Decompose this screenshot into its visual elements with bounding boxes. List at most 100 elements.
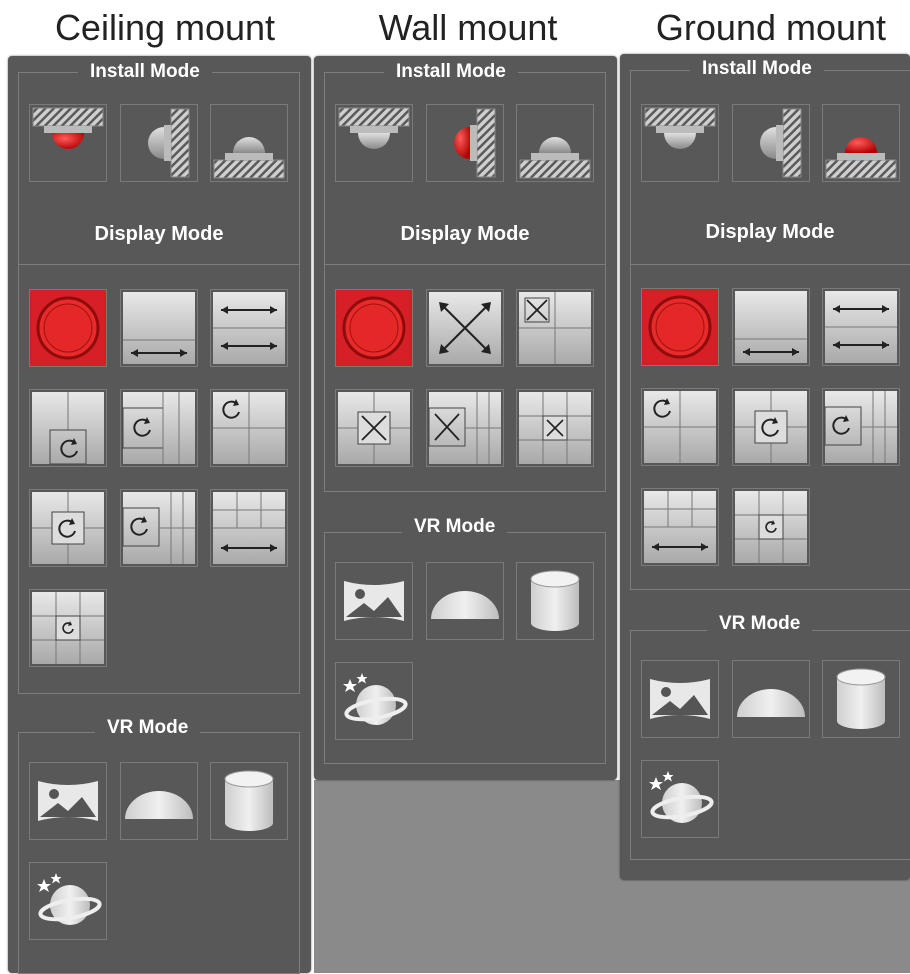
display-expand-button[interactable] <box>426 289 504 367</box>
display-double-panorama-button[interactable] <box>822 288 900 366</box>
display-fisheye-button[interactable] <box>29 289 107 367</box>
vr-panorama-icon <box>344 581 404 621</box>
panorama-plus-6r-icon <box>213 492 285 564</box>
vr-cylinder-button[interactable] <box>516 562 594 640</box>
ceiling-mount-icon <box>338 107 410 149</box>
vr-panorama-button[interactable] <box>641 660 719 738</box>
display-4r-button[interactable] <box>210 389 288 467</box>
install-wall-button[interactable] <box>120 104 198 182</box>
vr-cylinder-button[interactable] <box>822 660 900 738</box>
divider <box>18 264 300 265</box>
display-mode-label: Display Mode <box>400 223 530 245</box>
vr-hemisphere-button[interactable] <box>120 762 198 840</box>
wall-mount-icon <box>760 108 802 178</box>
wall-mount-icon <box>454 108 496 178</box>
display-4r-button[interactable] <box>641 388 719 466</box>
display-panorama-button[interactable] <box>120 289 198 367</box>
vr-panorama-button[interactable] <box>29 762 107 840</box>
vr-hemisphere-icon <box>431 591 499 619</box>
display-1o3r-button[interactable] <box>732 388 810 466</box>
1e-plus-6r-icon <box>428 392 501 464</box>
ceiling-mount-icon <box>644 107 716 149</box>
vr-hemisphere-button[interactable] <box>732 660 810 738</box>
display-fisheye-button[interactable] <box>641 288 719 366</box>
wall-mount-icon <box>148 108 190 178</box>
install-ceiling-button[interactable] <box>641 104 719 182</box>
vr-panorama-button[interactable] <box>335 562 413 640</box>
install-wall-button[interactable] <box>732 104 810 182</box>
display-1e8r-button[interactable] <box>516 389 594 467</box>
display-1o3r-button[interactable] <box>29 489 107 567</box>
vr-cylinder-icon <box>530 570 580 631</box>
install-ground-button[interactable] <box>210 104 288 182</box>
1e-plus-3r-icon <box>519 292 591 364</box>
vr-planet-button[interactable] <box>641 760 719 838</box>
display-1e3r-button[interactable] <box>516 289 594 367</box>
ground-mount-icon <box>825 137 897 179</box>
4r-icon <box>213 392 285 464</box>
ceiling-mount-title: Ceiling mount <box>54 7 276 48</box>
install-ceiling-button[interactable] <box>29 104 107 182</box>
ground-mount-panel: Install Mode Display Mode VR Mode <box>620 54 910 880</box>
install-ceiling-button[interactable] <box>335 104 413 182</box>
display-2pr-button[interactable] <box>120 389 198 467</box>
vr-cylinder-icon <box>224 770 274 831</box>
display-mode-label: Display Mode <box>705 221 835 243</box>
ground-mount-title: Ground mount <box>655 7 887 48</box>
display-1p6r-button[interactable] <box>120 489 198 567</box>
vr-mode-label: VR Mode <box>402 516 508 538</box>
display-fisheye-button[interactable] <box>335 289 413 367</box>
vr-hemisphere-button[interactable] <box>426 562 504 640</box>
display-double-panorama-button[interactable] <box>210 289 288 367</box>
1p-plus-6r-icon <box>824 391 897 463</box>
ceiling-mount-icon <box>32 107 104 149</box>
vr-planet-icon <box>343 673 408 725</box>
vr-hemisphere-icon <box>737 689 805 717</box>
display-panorama6r-button[interactable] <box>210 489 288 567</box>
display-mode-label: Display Mode <box>94 223 224 245</box>
fisheye-original-icon <box>338 292 410 364</box>
display-1p3r-button[interactable] <box>29 389 107 467</box>
display-panorama6r-button[interactable] <box>641 488 719 566</box>
1o-plus-8r-icon <box>735 491 807 563</box>
vr-mode-label: VR Mode <box>95 717 201 739</box>
ground-mount-icon <box>213 137 285 179</box>
vr-planet-button[interactable] <box>335 662 413 740</box>
wall-mount-title: Wall mount <box>378 7 558 48</box>
install-ground-button[interactable] <box>516 104 594 182</box>
install-mode-label: Install Mode <box>384 61 518 83</box>
display-1o8r-button[interactable] <box>29 589 107 667</box>
vr-planet-button[interactable] <box>29 862 107 940</box>
expand-panorama-icon <box>429 292 501 364</box>
display-panorama-button[interactable] <box>732 288 810 366</box>
vr-cylinder-icon <box>836 668 886 729</box>
display-1e3r-alt-button[interactable] <box>335 389 413 467</box>
double-panorama-icon <box>825 291 897 363</box>
vr-panorama-icon <box>38 781 98 821</box>
1e-plus-3r-alt-icon <box>338 392 410 464</box>
1p-plus-3r-icon <box>32 392 104 465</box>
4r-icon <box>644 391 716 463</box>
install-ground-button[interactable] <box>822 104 900 182</box>
panorama-icon <box>735 291 807 363</box>
vr-hemisphere-icon <box>125 791 193 819</box>
vr-mode-label: VR Mode <box>707 613 813 635</box>
2p-plus-r-icon <box>122 392 195 464</box>
vr-panorama-icon <box>650 679 710 719</box>
install-mode-label: Install Mode <box>78 61 212 83</box>
ground-mount-icon <box>519 137 591 179</box>
wall-mount-panel: Install Mode Display Mode VR Mode <box>314 56 617 780</box>
divider <box>324 264 606 265</box>
display-1o8r-button[interactable] <box>732 488 810 566</box>
ceiling-mount-panel: Install Mode Display Mode VR Mode <box>8 56 311 974</box>
fisheye-original-icon <box>644 291 716 363</box>
display-1p6r-button[interactable] <box>822 388 900 466</box>
display-1e6r-button[interactable] <box>426 389 504 467</box>
1o-plus-8r-icon <box>32 592 104 664</box>
1e-plus-8r-icon <box>519 392 591 464</box>
1p-plus-6r-icon <box>122 492 195 564</box>
panorama-icon <box>123 292 195 364</box>
install-wall-button[interactable] <box>426 104 504 182</box>
divider <box>630 264 910 265</box>
vr-cylinder-button[interactable] <box>210 762 288 840</box>
